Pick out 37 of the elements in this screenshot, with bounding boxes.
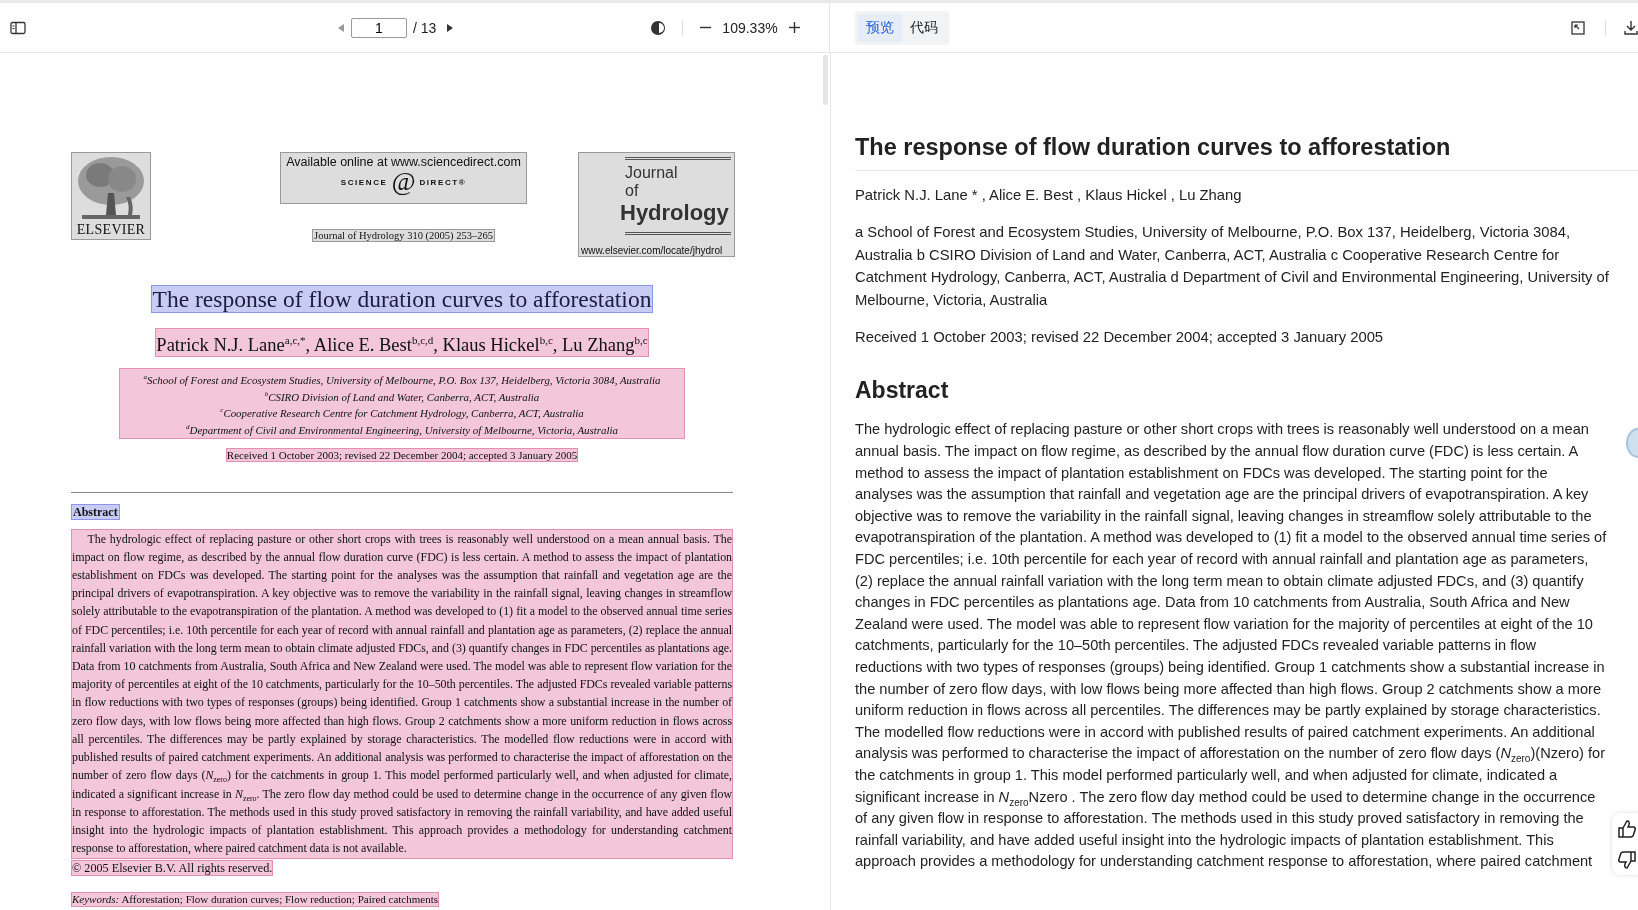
next-page-icon[interactable] <box>446 22 455 33</box>
affiliation: $^{a}$School of Forest and Ecosystem Studies, University of Melbourne, P.O. Box 137, Heidelberg, Victoria 3084, Australia <box>143 372 661 387</box>
contrast-icon[interactable] <box>650 19 667 36</box>
affiliation: $^{b}$CSIRO Division of Land and Water, Canberra, ACT, Australia <box>264 388 540 404</box>
page-total: / 13 <box>413 19 437 36</box>
keywords: Keywords: Afforestation; Flow duration curves; Flow reduction; Paired catchments <box>71 892 439 908</box>
publisher-name: ELSEVIER <box>76 223 146 237</box>
citation: Journal of Hydrology 310 (2005) 253–265 <box>312 229 495 242</box>
thumbs-down-icon[interactable] <box>1617 849 1637 870</box>
sidebar-toggle-icon[interactable] <box>10 20 26 35</box>
abstract-heading: Abstract <box>855 376 950 406</box>
paper-title: The response of flow duration curves to afforestation <box>150 285 654 313</box>
scrollbar-thumb[interactable] <box>823 55 828 105</box>
affiliation: $^{d}$Department of Civil and Environmental Engineering, University of Melbourne, Victoria, Australia <box>186 422 618 437</box>
view-tab[interactable]: 预览 <box>858 13 902 42</box>
document-title: The response of flow duration curves to afforestation <box>855 132 1638 171</box>
affiliations: a School of Forest and Ecosystem Studies, University of Melbourne, P.O. Box 137, Heidelberg, Victoria 3084, Australia b CSIRO Division of Land and Water, Canberra, ACT, Australia c Cooperative Research Centre for Catchment Hydrology, Canberra, ACT, Australia d Department of Civil and Environmental Engineering, University of Melbourne, Victoria, Australia <box>855 223 1610 310</box>
affiliation: $^{c}$Cooperative Research Centre for Catchment Hydrology, Canberra, ACT, Australia <box>220 405 584 421</box>
zoom-level: 109.33% <box>722 19 778 36</box>
received-dates: Received 1 October 2003; revised 22 December 2004; accepted 3 January 2005 <box>225 447 579 462</box>
page-number-field[interactable]: 1 <box>351 17 407 38</box>
previous-page-icon[interactable] <box>337 22 345 33</box>
copyright-notice: © 2005 Elsevier B.V. All rights reserved. <box>71 860 274 877</box>
view-tab[interactable]: 代码 <box>902 13 946 42</box>
banner-text: Available online at www.sciencedirect.com <box>286 155 521 169</box>
abstract-text: The hydrologic effect of replacing pasture or other short crops with trees is reasonably well understood on a mean annual basis. The impact on flow regime, as described by the annual flow duration curve (FDC) is less certain. A method to assess the impact of plantation establishment on FDCs was developed. The starting point for the analyses was the assumption that rainfall and vegetation age are the principal drivers of evapotranspiration. A key objective was to remove the variability in the rainfall signal, leaving changes in streamflow solely attributable to the evapotranspiration of the plantation. A method was developed to (1) fit a model to the observed annual time series of FDC percentiles; i.e. 10th percentile for each year of record with annual rainfall and plantation age as parameters, (2) replace the annual rainfall variation with the long term mean to obtain climate adjusted FDCs, and (3) quantify changes in FDC percentiles as plantations age. Data from 10 catchments from Australia, South Africa and New Zealand were used. The model was able to represent flow variation for the majority of percentiles at eight of the 10 catchments, particularly for the 10–50th percentiles. The adjusted FDCs revealed variable patterns in flow reductions with two types of responses (groups) being identified. Group 1 catchments show a substantial increase in the number of zero flow days, with low flows being more affected than high flows. Group 2 catchments show a more uniform reduction in flows across all percentiles. The differences may be partly explained by storage characteristics. The modelled flow reductions were in accord with published results of paired catchment experiments. An additional analysis was performed to characterise the impact of afforestation on the number of zero flow days (N$_{zero}$)(Nzero) for the catchments in group 1. This model performed particularly well, and when adjusted for climate, indicated a significant increase in N$_{zero}$Nzero . The zero flow day method could be used to determine change in the occurrence of any given flow in response to afforestation. The methods used in this study proved satisfactory in removing the rainfall variability, and have added useful insight into the hydrologic impacts of plantation establishment. This approach provides a methodology for understanding catchment response to afforestation, where paired catchment <box>855 420 1607 872</box>
journal-logo: Journal of Hydrology www.elsevier.com/locate/jhydrol <box>578 152 735 257</box>
abstract-text: The hydrologic effect of replacing pasture or other short crops with trees is reasonably well understood on a mean annual basis. The impact on flow regime, as described by the annual flow duration curve (FDC) is less certain. A method to assess the impact of plantation establishment on FDCs was developed. The starting point for the analyses was the assumption that rainfall and vegetation age are the principal drivers of evapotranspiration. A key objective was to remove the variability in the rainfall signal, leaving changes in streamflow solely attributable to the evapotranspiration of the plantation. A method was developed to (1) fit a model to the observed annual time series of FDC percentiles; i.e. 10th percentile for each year of record with annual rainfall and plantation age as parameters, (2) replace the annual rainfall variation with the long term mean to obtain climate adjusted FDCs, and (3) quantify changes in FDC percentiles as plantations age. Data from 10 catchments from Australia, South Africa and New Zealand were used. The model was able to represent flow variation for the majority of percentiles at eight of the 10 catchments, particularly for the 10–50th percentiles. The adjusted FDCs revealed variable patterns in flow reductions with two types of responses (groups) being identified. Group 1 catchments show a substantial increase in the number of zero flow days, with low flows being more affected than high flows. Group 2 catchments show a more uniform reduction in flows across all percentiles. The differences may be partly explained by storage characteristics. The modelled flow reductions were in accord with published results of paired catchment experiments. An additional analysis was performed to characterise the impact of afforestation on the number of zero flow days (N$_{zero}$) for the catchments in group 1. This model performed particularly well, and when adjusted for climate, indicated a significant increase in N$_{zero}$. The zero flow day method could be used to determine change in the occurrence of any given flow in response to afforestation. The methods used in this study proved satisfactory in removing the rainfall variability, and have added useful insight into the hydrologic impacts of plantation establishment. This approach provides a methodology for understanding catchment response to afforestation, where paired catchment data is not available. <box>71 528 733 860</box>
author-list: Patrick N.J. Lane$^{a,c,*}$, Alice E. Best$^{b,c,d}$, Klaus Hickel$^{b,c}$, Lu Zhang$^{b,c}$ <box>155 328 649 358</box>
author-list: Patrick N.J. Lane * , Alice E. Best , Klaus Hickel , Lu Zhang <box>855 184 1621 207</box>
received-dates: Received 1 October 2003; revised 22 December 2004; accepted 3 January 2005 <box>855 328 1385 348</box>
thumbs-up-icon[interactable] <box>1617 818 1637 839</box>
expand-icon[interactable] <box>1571 20 1585 35</box>
zoom-in-icon[interactable] <box>787 21 801 34</box>
journal-link[interactable]: www.elsevier.com/locate/jhydrol <box>581 245 723 256</box>
download-icon[interactable] <box>1624 20 1638 35</box>
abstract-heading: Abstract <box>71 503 120 520</box>
